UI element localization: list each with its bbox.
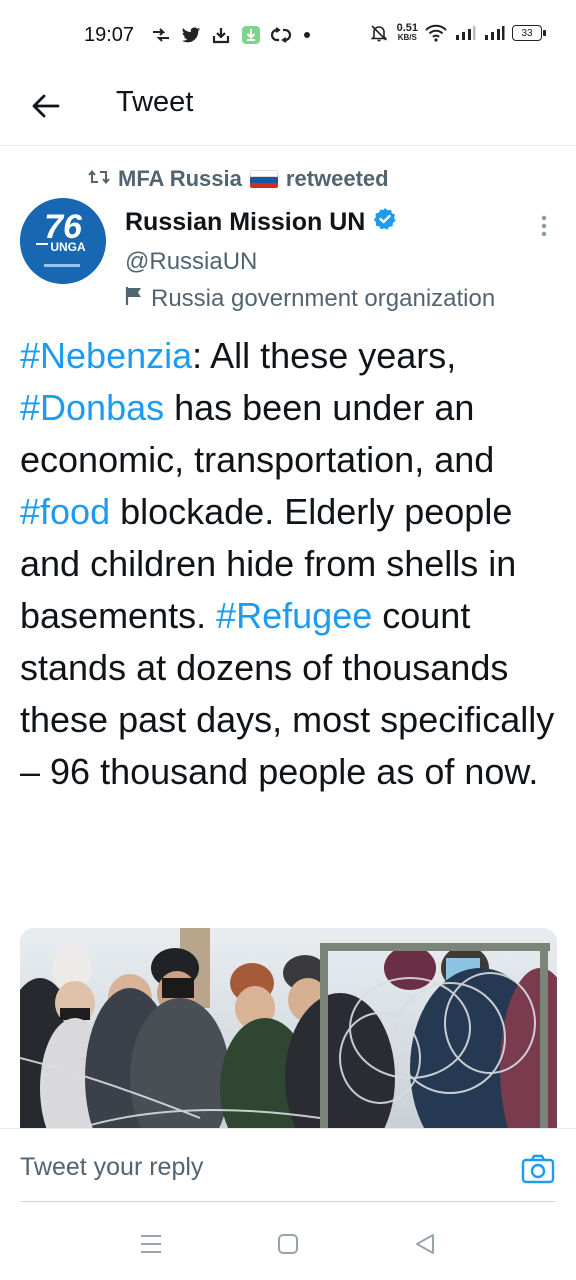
avatar[interactable]: 76 UNGA xyxy=(20,198,106,284)
home-square-icon xyxy=(278,1234,298,1254)
author-handle[interactable]: @RussiaUN xyxy=(125,248,257,276)
status-bar: 19:07 0.51 KB/S 33 xyxy=(0,0,576,72)
app-header: Tweet xyxy=(0,72,576,146)
tweet-text-segment: : All these years, xyxy=(192,335,457,376)
cast-icon xyxy=(150,24,172,46)
author-name-row[interactable]: Russian Mission UN xyxy=(125,207,397,238)
retweeter-name: MFA Russia xyxy=(118,166,242,191)
hashtag-link[interactable]: #Donbas xyxy=(20,387,164,428)
wifi-icon xyxy=(425,22,447,44)
camera-icon xyxy=(521,1154,555,1184)
camera-button[interactable] xyxy=(520,1151,556,1187)
retweet-context[interactable]: MFA Russia retweeted xyxy=(88,166,389,192)
verified-badge-icon xyxy=(373,207,397,238)
hashtag-link[interactable]: #Nebenzia xyxy=(20,335,192,376)
status-icons-right: 0.51 KB/S 33 xyxy=(368,22,546,44)
arrow-left-icon xyxy=(32,94,60,118)
net-speed-unit: KB/S xyxy=(397,33,417,42)
more-vertical-icon xyxy=(541,215,547,237)
status-time: 19:07 xyxy=(84,24,135,46)
home-button[interactable] xyxy=(274,1230,302,1258)
back-triangle-icon xyxy=(416,1234,434,1254)
affiliation-label: Russia government organization xyxy=(151,285,496,312)
reply-bar: Tweet your reply xyxy=(0,1128,576,1206)
battery-indicator: 33 xyxy=(512,25,546,41)
mute-bell-icon xyxy=(368,22,390,44)
menu-button[interactable] xyxy=(137,1230,165,1258)
twitter-icon xyxy=(180,24,202,46)
tweet-photo[interactable] xyxy=(20,928,557,1128)
flag-icon xyxy=(125,285,143,313)
download-tray-icon xyxy=(210,24,232,46)
sync-icon xyxy=(270,24,292,46)
reply-input[interactable]: Tweet your reply xyxy=(20,1153,203,1182)
back-button[interactable] xyxy=(26,86,66,126)
status-icons-left xyxy=(150,24,310,46)
reply-divider xyxy=(20,1201,556,1202)
signal-icon xyxy=(454,22,476,44)
author-name: Russian Mission UN xyxy=(125,208,366,236)
notification-dot xyxy=(304,32,310,38)
photo-image xyxy=(20,928,557,1128)
hashtag-link[interactable]: #Refugee xyxy=(216,595,372,636)
page-title: Tweet xyxy=(116,86,194,118)
hashtag-link[interactable]: #food xyxy=(20,491,110,532)
avatar-text: UNGA xyxy=(50,240,86,254)
menu-icon xyxy=(141,1235,161,1253)
tweet-text: #Nebenzia: All these years, #Donbas has … xyxy=(20,330,565,798)
signal-icon xyxy=(483,22,505,44)
author-affiliation: Russia government organization xyxy=(125,285,495,313)
download-app-icon xyxy=(240,24,262,46)
more-options-button[interactable] xyxy=(530,212,558,240)
retweet-icon xyxy=(88,166,110,192)
system-nav-bar xyxy=(0,1206,576,1280)
net-speed: 0.51 KB/S xyxy=(396,22,418,43)
net-speed-value: 0.51 xyxy=(396,22,418,34)
system-back-button[interactable] xyxy=(411,1230,439,1258)
retweet-suffix: retweeted xyxy=(285,166,389,191)
russia-flag-icon xyxy=(249,170,278,188)
